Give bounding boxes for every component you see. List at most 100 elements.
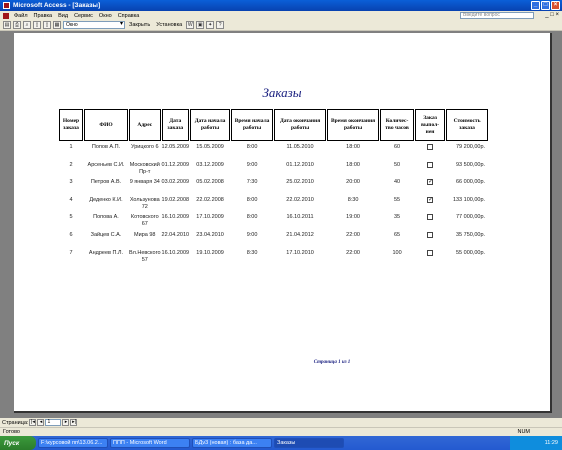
- cell-hours: 35: [394, 214, 401, 221]
- cell-start-time: 9:00: [246, 161, 258, 168]
- column-header: Дата начала работы: [190, 109, 231, 141]
- column-header: Дата заказа: [161, 109, 190, 141]
- cell-end-date: 11.05.2010: [286, 144, 314, 150]
- cell-end-time: 20:00: [346, 179, 360, 186]
- last-page-button[interactable]: ▸|: [70, 419, 78, 426]
- menu-edit[interactable]: Правка: [31, 13, 56, 19]
- cell-fio: Попов А.П.: [91, 144, 121, 150]
- zoom-icon[interactable]: ⌕: [23, 21, 31, 29]
- maximize-button[interactable]: □: [541, 1, 550, 10]
- done-checkbox-cell: ✓: [415, 177, 445, 194]
- next-page-button[interactable]: ▸: [62, 419, 70, 426]
- minimize-button[interactable]: _: [531, 1, 540, 10]
- help-question-input[interactable]: Введите вопрос: [460, 12, 534, 19]
- document-icon[interactable]: [3, 12, 9, 19]
- two-pages-icon[interactable]: ▯: [43, 21, 51, 29]
- cell-addr: Мира 98: [134, 231, 156, 238]
- cell-num: 6: [69, 231, 73, 238]
- status-text: Готово: [3, 429, 20, 435]
- table-row: 7 Андреев П.Л. Вл.Невского 57 16.10.2009 19.…: [59, 248, 488, 265]
- cell-start-time: 8:00: [246, 196, 258, 203]
- first-page-button[interactable]: |◂: [29, 419, 37, 426]
- cell-fio: Андреев П.Л.: [88, 249, 124, 256]
- cell-fio: Петров А.В.: [90, 179, 122, 186]
- page-setup-button[interactable]: Установка: [154, 22, 184, 28]
- cell-start-date: 15.05.2009: [196, 144, 224, 150]
- cell-cost: 93 500,00р.: [456, 161, 486, 168]
- cell-num: 1: [69, 144, 73, 150]
- start-button[interactable]: Пуск: [0, 436, 36, 450]
- menu-help[interactable]: Справка: [115, 13, 143, 19]
- cell-end-date: 25.02.2010: [286, 179, 314, 186]
- cell-order-date: 01.12.2009: [161, 161, 190, 168]
- menu-window[interactable]: Окно: [96, 13, 115, 19]
- cell-start-date: 19.10.2009: [196, 249, 224, 256]
- taskbar-item-database[interactable]: БДv3 (новая) : база да...: [192, 438, 272, 448]
- done-checkbox-cell: [415, 212, 445, 229]
- column-header: ФИО: [84, 109, 128, 141]
- cell-cost: 66 000,00р.: [456, 179, 486, 186]
- menu-file[interactable]: Файл: [11, 13, 31, 19]
- column-header: Время начала работы: [231, 109, 274, 141]
- done-checkbox: [427, 161, 434, 168]
- prev-page-button[interactable]: ◂: [37, 419, 45, 426]
- cell-num: 4: [69, 196, 73, 203]
- menu-view[interactable]: Вид: [55, 13, 71, 19]
- window-title: Microsoft Access - [Заказы]: [13, 2, 101, 9]
- cell-cost: 55 000,00р.: [456, 249, 486, 256]
- table-row: 2 Арсеньев С.И. Московский Пр-т 01.12.2009 0…: [59, 160, 488, 177]
- preview-workspace: Заказы Номер заказа ФИО Адрес Дата заказа Да…: [0, 31, 562, 418]
- cell-end-date: 16.10.2011: [286, 214, 314, 221]
- taskbar-item-folder[interactable]: F:\курсовой пп\13.06.2...: [38, 438, 108, 448]
- cell-end-date: 21.04.2012: [286, 231, 314, 238]
- print-icon[interactable]: ⎙: [13, 21, 21, 29]
- cell-start-time: 9:00: [246, 231, 258, 238]
- cell-start-time: 8:00: [246, 144, 258, 150]
- help-icon[interactable]: ?: [216, 21, 225, 29]
- multiple-pages-icon[interactable]: ▦: [53, 21, 61, 29]
- cell-fio: Зайцев С.А.: [90, 231, 122, 238]
- done-checkbox-cell: [415, 248, 445, 265]
- cell-order-date: 03.02.2009: [161, 179, 190, 186]
- cell-addr: Хользунова 72: [129, 196, 160, 210]
- page-number-footer: Страница 1 из 1: [313, 360, 351, 365]
- taskbar-item-report[interactable]: Заказы: [274, 438, 344, 448]
- cell-cost: 79 200,00р.: [456, 144, 486, 150]
- report-title: Заказы: [262, 85, 302, 100]
- menu-tools[interactable]: Сервис: [71, 13, 96, 19]
- cell-order-date: 22.04.2010: [161, 231, 190, 238]
- column-header: Время окончания работы: [327, 109, 380, 141]
- export-word-icon[interactable]: W: [186, 21, 195, 29]
- one-page-icon[interactable]: ▯: [33, 21, 41, 29]
- cell-fio: Попова А.: [93, 214, 119, 221]
- cell-start-date: 22.02.2008: [196, 196, 224, 203]
- document-window-controls[interactable]: _ □ ×: [545, 12, 559, 18]
- cell-cost: 77 000,00р.: [456, 214, 486, 221]
- database-window-icon[interactable]: ▣: [196, 21, 205, 29]
- cell-end-date: 17.10.2010: [286, 249, 314, 256]
- taskbar: Пуск F:\курсовой пп\13.06.2... ППП - Mic…: [0, 436, 562, 450]
- cell-start-time: 8:30: [246, 249, 258, 256]
- done-checkbox: ✓: [427, 179, 434, 186]
- cell-fio: Деденко К.И.: [89, 196, 123, 203]
- column-header: Номер заказа: [59, 109, 83, 141]
- cell-hours: 60: [394, 144, 401, 150]
- close-preview-button[interactable]: Закрыть: [127, 22, 152, 28]
- column-header: Адрес: [129, 109, 161, 141]
- table-header-row: Номер заказа ФИО Адрес Дата заказа Дата нача…: [59, 109, 489, 141]
- window-titlebar: Microsoft Access - [Заказы] _ □ ×: [0, 0, 562, 11]
- cell-num: 3: [69, 179, 73, 186]
- page-number-input[interactable]: 1: [45, 419, 62, 426]
- close-window-button[interactable]: ×: [551, 1, 560, 10]
- done-checkbox: [427, 214, 434, 221]
- cell-hours: 100: [392, 249, 402, 256]
- menu-bar: Файл Правка Вид Сервис Окно Справка Введ…: [0, 11, 562, 20]
- cell-order-date: 16.10.2009: [161, 249, 190, 256]
- cell-num: 2: [69, 161, 73, 168]
- new-object-icon[interactable]: ✦: [206, 21, 215, 29]
- view-icon[interactable]: ▤: [3, 21, 11, 29]
- column-header: Заказ выпол-нен: [415, 109, 446, 141]
- cell-num: 5: [69, 214, 73, 221]
- zoom-select[interactable]: Окно: [63, 21, 125, 29]
- taskbar-item-word[interactable]: ППП - Microsoft Word: [110, 438, 190, 448]
